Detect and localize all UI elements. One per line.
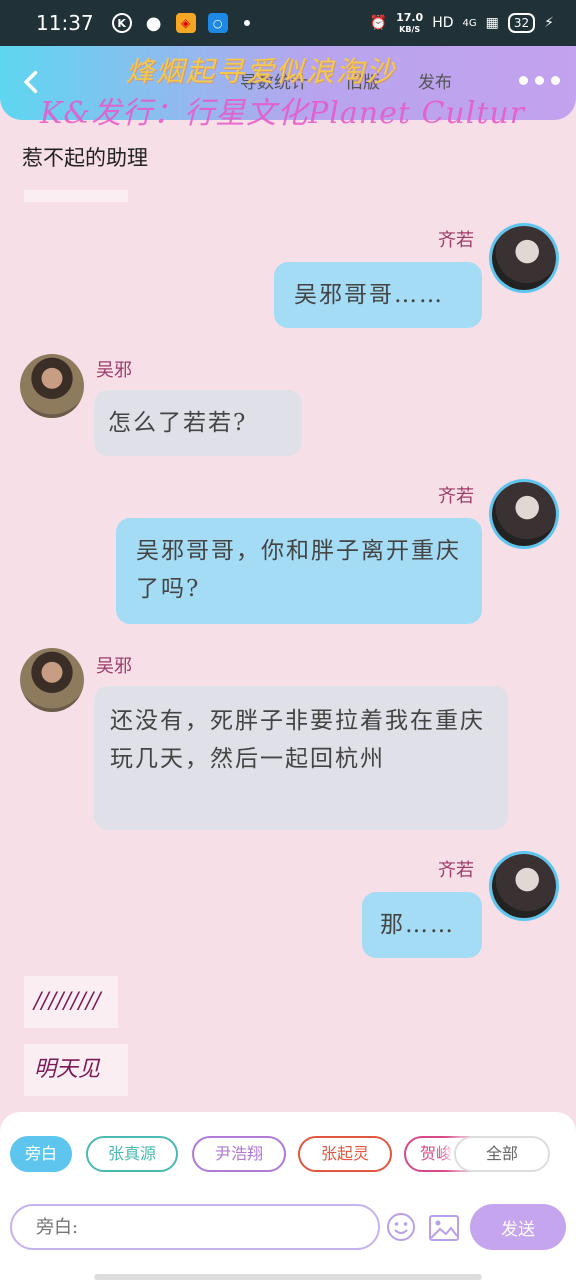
speed-unit: KB/S [399,24,421,34]
hd-label: HD [432,15,454,31]
avatar[interactable] [492,482,556,546]
chat-header: 导数统计 旧版 发布 烽烟起寻爱似浪淘沙 K&发行：行星文化Planet Cul… [0,46,576,131]
message-bubble[interactable]: 还没有，死胖子非要拉着我在重庆玩几天，然后一起回杭州 [94,686,508,830]
more-icon[interactable] [519,76,560,85]
watermark-credit: K&发行：行星文化Planet Cultur [40,96,526,131]
alarm-icon: ⏰ [369,15,388,31]
sender-name: 吴邪 [96,360,132,381]
browser-icon: ○ [207,13,228,33]
battery-icon: 32 [507,13,536,33]
signal-icon: ▦ [485,15,499,31]
message-bubble[interactable]: 吴邪哥哥，你和胖子离开重庆了吗? [116,518,482,624]
notification-dot-icon [243,20,250,26]
status-bar: 11:37 K ● ◈ ○ ⏰ 17.0 KB/S HD 4G ▦ 32 ⚡ [0,0,576,46]
message-input[interactable] [10,1204,380,1250]
previous-message-text: 惹不起的助理 [22,146,148,170]
role-chip-narrator[interactable]: 旁白 [10,1136,72,1172]
previous-message-bubble [24,190,128,202]
role-chips: 旁白 张真源 尹浩翔 张起灵 贺峻 全部 [10,1136,566,1176]
avatar[interactable] [20,354,84,418]
weibo-icon: ◈ [175,13,196,33]
network-speed: 17.0 KB/S [396,12,423,35]
signal-label: 4G [462,17,477,29]
avatar[interactable] [492,226,556,290]
role-chip[interactable]: 张起灵 [298,1136,392,1172]
qq-icon: ● [145,12,162,34]
composer-panel: 旁白 张真源 尹浩翔 张起灵 贺峻 全部 发送 [0,1112,576,1280]
role-chip[interactable]: 尹浩翔 [192,1136,286,1172]
emoji-icon[interactable] [386,1212,416,1242]
send-button[interactable]: 发送 [470,1204,566,1250]
sender-name: 齐若 [438,230,474,251]
watermark-title: 烽烟起寻爱似浪淘沙 [126,55,397,88]
all-roles-button[interactable]: 全部 [454,1136,550,1172]
message-bubble[interactable]: 吴邪哥哥…… [274,262,482,328]
system-note: ///////// [24,976,118,1028]
status-time: 11:37 [36,11,94,35]
message-bubble[interactable]: 怎么了若若? [94,390,302,456]
message-bubble[interactable]: 那…… [362,892,482,958]
avatar[interactable] [20,648,84,712]
sender-name: 齐若 [438,486,474,507]
charging-icon: ⚡ [544,15,554,31]
k-app-icon: K [111,13,132,33]
role-chip[interactable]: 张真源 [86,1136,178,1172]
speed-value: 17.0 [396,10,424,24]
home-indicator [94,1274,482,1280]
sender-name: 齐若 [438,860,474,881]
image-icon[interactable] [428,1214,460,1242]
input-row: 发送 [10,1204,566,1252]
system-note: 明天见 [24,1044,128,1096]
avatar[interactable] [492,854,556,918]
sender-name: 吴邪 [96,656,132,677]
